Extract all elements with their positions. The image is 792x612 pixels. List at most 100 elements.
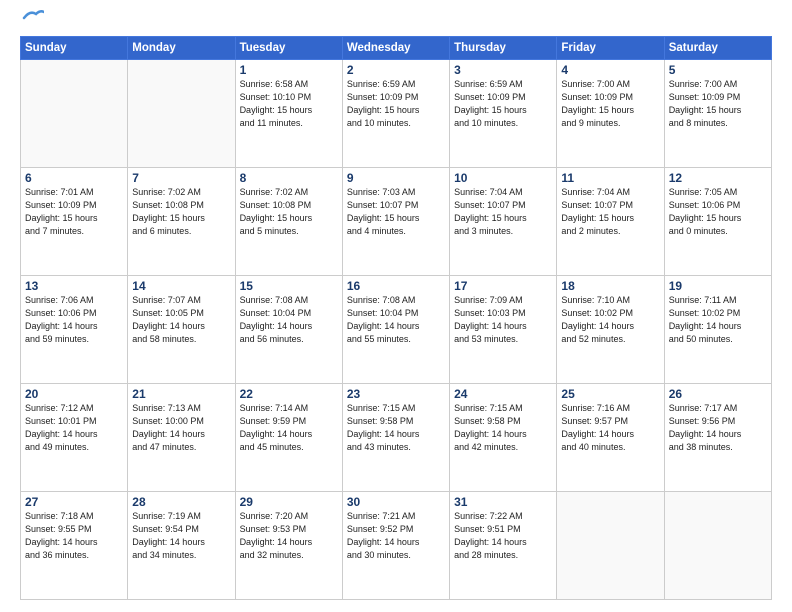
- day-number: 7: [132, 171, 230, 185]
- calendar-cell: 25Sunrise: 7:16 AM Sunset: 9:57 PM Dayli…: [557, 384, 664, 492]
- day-info: Sunrise: 7:09 AM Sunset: 10:03 PM Daylig…: [454, 294, 552, 346]
- day-number: 3: [454, 63, 552, 77]
- col-header-thursday: Thursday: [450, 37, 557, 60]
- calendar-cell: 9Sunrise: 7:03 AM Sunset: 10:07 PM Dayli…: [342, 168, 449, 276]
- calendar-cell: 8Sunrise: 7:02 AM Sunset: 10:08 PM Dayli…: [235, 168, 342, 276]
- day-number: 31: [454, 495, 552, 509]
- day-number: 19: [669, 279, 767, 293]
- day-info: Sunrise: 7:15 AM Sunset: 9:58 PM Dayligh…: [347, 402, 445, 454]
- day-number: 16: [347, 279, 445, 293]
- calendar-week-row: 27Sunrise: 7:18 AM Sunset: 9:55 PM Dayli…: [21, 492, 772, 600]
- col-header-tuesday: Tuesday: [235, 37, 342, 60]
- calendar-cell: 30Sunrise: 7:21 AM Sunset: 9:52 PM Dayli…: [342, 492, 449, 600]
- calendar-cell: [21, 60, 128, 168]
- day-info: Sunrise: 7:07 AM Sunset: 10:05 PM Daylig…: [132, 294, 230, 346]
- day-info: Sunrise: 7:16 AM Sunset: 9:57 PM Dayligh…: [561, 402, 659, 454]
- day-info: Sunrise: 7:12 AM Sunset: 10:01 PM Daylig…: [25, 402, 123, 454]
- day-number: 27: [25, 495, 123, 509]
- calendar-cell: [557, 492, 664, 600]
- day-info: Sunrise: 7:08 AM Sunset: 10:04 PM Daylig…: [240, 294, 338, 346]
- calendar-cell: 15Sunrise: 7:08 AM Sunset: 10:04 PM Dayl…: [235, 276, 342, 384]
- day-number: 14: [132, 279, 230, 293]
- calendar-table: SundayMondayTuesdayWednesdayThursdayFrid…: [20, 36, 772, 600]
- calendar-cell: 2Sunrise: 6:59 AM Sunset: 10:09 PM Dayli…: [342, 60, 449, 168]
- calendar-cell: 20Sunrise: 7:12 AM Sunset: 10:01 PM Dayl…: [21, 384, 128, 492]
- calendar-cell: 18Sunrise: 7:10 AM Sunset: 10:02 PM Dayl…: [557, 276, 664, 384]
- day-info: Sunrise: 6:59 AM Sunset: 10:09 PM Daylig…: [454, 78, 552, 130]
- day-info: Sunrise: 7:05 AM Sunset: 10:06 PM Daylig…: [669, 186, 767, 238]
- logo: [20, 18, 44, 26]
- col-header-monday: Monday: [128, 37, 235, 60]
- calendar-cell: 14Sunrise: 7:07 AM Sunset: 10:05 PM Dayl…: [128, 276, 235, 384]
- calendar-cell: 7Sunrise: 7:02 AM Sunset: 10:08 PM Dayli…: [128, 168, 235, 276]
- calendar-cell: 10Sunrise: 7:04 AM Sunset: 10:07 PM Dayl…: [450, 168, 557, 276]
- day-info: Sunrise: 7:22 AM Sunset: 9:51 PM Dayligh…: [454, 510, 552, 562]
- day-info: Sunrise: 7:04 AM Sunset: 10:07 PM Daylig…: [561, 186, 659, 238]
- day-info: Sunrise: 7:15 AM Sunset: 9:58 PM Dayligh…: [454, 402, 552, 454]
- day-info: Sunrise: 7:06 AM Sunset: 10:06 PM Daylig…: [25, 294, 123, 346]
- day-number: 20: [25, 387, 123, 401]
- day-info: Sunrise: 7:21 AM Sunset: 9:52 PM Dayligh…: [347, 510, 445, 562]
- day-info: Sunrise: 7:04 AM Sunset: 10:07 PM Daylig…: [454, 186, 552, 238]
- day-number: 24: [454, 387, 552, 401]
- calendar-cell: 17Sunrise: 7:09 AM Sunset: 10:03 PM Dayl…: [450, 276, 557, 384]
- calendar-week-row: 13Sunrise: 7:06 AM Sunset: 10:06 PM Dayl…: [21, 276, 772, 384]
- calendar-cell: 31Sunrise: 7:22 AM Sunset: 9:51 PM Dayli…: [450, 492, 557, 600]
- calendar-cell: 28Sunrise: 7:19 AM Sunset: 9:54 PM Dayli…: [128, 492, 235, 600]
- day-number: 1: [240, 63, 338, 77]
- day-info: Sunrise: 6:58 AM Sunset: 10:10 PM Daylig…: [240, 78, 338, 130]
- day-number: 29: [240, 495, 338, 509]
- day-number: 15: [240, 279, 338, 293]
- day-number: 21: [132, 387, 230, 401]
- calendar-cell: 22Sunrise: 7:14 AM Sunset: 9:59 PM Dayli…: [235, 384, 342, 492]
- day-info: Sunrise: 7:02 AM Sunset: 10:08 PM Daylig…: [240, 186, 338, 238]
- day-number: 30: [347, 495, 445, 509]
- logo-bird-icon: [22, 8, 44, 26]
- day-info: Sunrise: 7:13 AM Sunset: 10:00 PM Daylig…: [132, 402, 230, 454]
- header: [20, 18, 772, 26]
- calendar-cell: 5Sunrise: 7:00 AM Sunset: 10:09 PM Dayli…: [664, 60, 771, 168]
- day-number: 2: [347, 63, 445, 77]
- day-info: Sunrise: 7:02 AM Sunset: 10:08 PM Daylig…: [132, 186, 230, 238]
- calendar-cell: 21Sunrise: 7:13 AM Sunset: 10:00 PM Dayl…: [128, 384, 235, 492]
- calendar-cell: [664, 492, 771, 600]
- calendar-cell: 27Sunrise: 7:18 AM Sunset: 9:55 PM Dayli…: [21, 492, 128, 600]
- day-info: Sunrise: 7:08 AM Sunset: 10:04 PM Daylig…: [347, 294, 445, 346]
- calendar-cell: 13Sunrise: 7:06 AM Sunset: 10:06 PM Dayl…: [21, 276, 128, 384]
- calendar-header-row: SundayMondayTuesdayWednesdayThursdayFrid…: [21, 37, 772, 60]
- calendar-cell: 23Sunrise: 7:15 AM Sunset: 9:58 PM Dayli…: [342, 384, 449, 492]
- day-info: Sunrise: 7:18 AM Sunset: 9:55 PM Dayligh…: [25, 510, 123, 562]
- day-info: Sunrise: 6:59 AM Sunset: 10:09 PM Daylig…: [347, 78, 445, 130]
- day-number: 6: [25, 171, 123, 185]
- calendar-cell: [128, 60, 235, 168]
- calendar-cell: 24Sunrise: 7:15 AM Sunset: 9:58 PM Dayli…: [450, 384, 557, 492]
- day-info: Sunrise: 7:14 AM Sunset: 9:59 PM Dayligh…: [240, 402, 338, 454]
- day-number: 28: [132, 495, 230, 509]
- day-number: 10: [454, 171, 552, 185]
- day-info: Sunrise: 7:10 AM Sunset: 10:02 PM Daylig…: [561, 294, 659, 346]
- day-info: Sunrise: 7:20 AM Sunset: 9:53 PM Dayligh…: [240, 510, 338, 562]
- day-number: 18: [561, 279, 659, 293]
- calendar-cell: 26Sunrise: 7:17 AM Sunset: 9:56 PM Dayli…: [664, 384, 771, 492]
- day-info: Sunrise: 7:00 AM Sunset: 10:09 PM Daylig…: [669, 78, 767, 130]
- day-number: 4: [561, 63, 659, 77]
- calendar-cell: 4Sunrise: 7:00 AM Sunset: 10:09 PM Dayli…: [557, 60, 664, 168]
- day-info: Sunrise: 7:03 AM Sunset: 10:07 PM Daylig…: [347, 186, 445, 238]
- day-info: Sunrise: 7:19 AM Sunset: 9:54 PM Dayligh…: [132, 510, 230, 562]
- calendar-week-row: 1Sunrise: 6:58 AM Sunset: 10:10 PM Dayli…: [21, 60, 772, 168]
- col-header-saturday: Saturday: [664, 37, 771, 60]
- day-info: Sunrise: 7:17 AM Sunset: 9:56 PM Dayligh…: [669, 402, 767, 454]
- calendar-cell: 6Sunrise: 7:01 AM Sunset: 10:09 PM Dayli…: [21, 168, 128, 276]
- calendar-week-row: 6Sunrise: 7:01 AM Sunset: 10:09 PM Dayli…: [21, 168, 772, 276]
- day-number: 26: [669, 387, 767, 401]
- col-header-sunday: Sunday: [21, 37, 128, 60]
- day-number: 8: [240, 171, 338, 185]
- calendar-cell: 3Sunrise: 6:59 AM Sunset: 10:09 PM Dayli…: [450, 60, 557, 168]
- day-number: 12: [669, 171, 767, 185]
- calendar-cell: 16Sunrise: 7:08 AM Sunset: 10:04 PM Dayl…: [342, 276, 449, 384]
- day-number: 9: [347, 171, 445, 185]
- day-number: 11: [561, 171, 659, 185]
- calendar-cell: 29Sunrise: 7:20 AM Sunset: 9:53 PM Dayli…: [235, 492, 342, 600]
- day-info: Sunrise: 7:00 AM Sunset: 10:09 PM Daylig…: [561, 78, 659, 130]
- day-number: 22: [240, 387, 338, 401]
